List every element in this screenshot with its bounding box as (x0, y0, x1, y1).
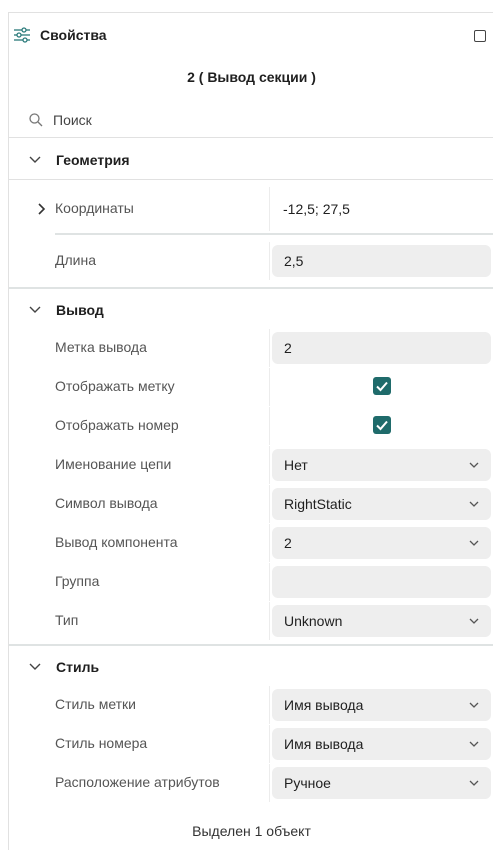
divider (9, 179, 493, 180)
property-label: Символ вывода (55, 495, 158, 511)
chevron-down-icon (469, 702, 479, 708)
section-style-header[interactable]: Стиль (9, 651, 493, 685)
property-row-pin-symbol: Символ вывода RightStatic (9, 485, 493, 523)
property-label: Стиль метки (55, 696, 136, 712)
property-row-component-pin: Вывод компонента 2 (9, 524, 493, 562)
divider (269, 407, 270, 445)
chevron-down-icon (29, 156, 41, 163)
coordinates-value[interactable]: -12,5; 27,5 (283, 201, 350, 217)
sliders-icon (14, 27, 30, 43)
section-pin-header[interactable]: Вывод (9, 294, 493, 328)
component-pin-select[interactable]: 2 (272, 527, 491, 559)
property-label: Метка вывода (55, 339, 147, 355)
maximize-icon[interactable] (474, 30, 486, 42)
section-title: Вывод (56, 302, 104, 318)
panel-title: Свойства (40, 27, 107, 43)
property-label: Расположение атрибутов (55, 774, 220, 790)
search-box[interactable]: Поиск (9, 101, 493, 138)
section-title: Геометрия (56, 152, 130, 168)
property-row-show-label: Отображать метку (9, 368, 493, 406)
attr-placement-select[interactable]: Ручное (272, 767, 491, 799)
check-icon (376, 420, 388, 431)
show-label-checkbox[interactable] (373, 377, 391, 395)
property-row-number-style: Стиль номера Имя вывода (9, 725, 493, 763)
divider (269, 368, 270, 406)
divider (55, 233, 493, 235)
property-label: Именование цепи (55, 456, 172, 472)
divider (269, 764, 270, 802)
properties-panel: Свойства 2 ( Вывод секции ) Поиск Геомет… (8, 12, 493, 850)
property-label: Стиль номера (55, 735, 148, 751)
chevron-down-icon (29, 306, 41, 313)
property-label: Тип (55, 612, 79, 628)
show-number-checkbox[interactable] (373, 416, 391, 434)
property-row-group: Группа (9, 563, 493, 601)
select-value: RightStatic (284, 496, 352, 512)
divider (269, 725, 270, 763)
number-style-select[interactable]: Имя вывода (272, 728, 491, 760)
property-row-coordinates[interactable]: Координаты -12,5; 27,5 (9, 187, 493, 231)
pin-label-field[interactable]: 2 (272, 332, 491, 364)
pin-symbol-select[interactable]: RightStatic (272, 488, 491, 520)
panel-header: Свойства (9, 13, 493, 57)
select-value: Нет (284, 457, 308, 473)
select-value: Unknown (284, 613, 343, 629)
label-style-select[interactable]: Имя вывода (272, 689, 491, 721)
property-row-type: Тип Unknown (9, 602, 493, 640)
length-field[interactable]: 2,5 (272, 245, 491, 277)
search-input[interactable]: Поиск (53, 112, 92, 128)
divider (269, 485, 270, 523)
divider (269, 446, 270, 484)
select-value: Имя вывода (284, 736, 364, 752)
divider (269, 242, 270, 280)
divider (269, 563, 270, 601)
divider (269, 686, 270, 724)
section-title: Стиль (56, 659, 100, 675)
select-value: 2 (284, 535, 292, 551)
chevron-down-icon (469, 741, 479, 747)
property-row-show-number: Отображать номер (9, 407, 493, 445)
property-label: Группа (55, 573, 100, 589)
field-value[interactable]: 2 (284, 340, 292, 356)
search-icon (29, 113, 43, 127)
selection-title: 2 ( Вывод секции ) (187, 69, 316, 85)
divider (269, 187, 270, 231)
property-label: Координаты (55, 200, 134, 216)
chevron-down-icon (469, 462, 479, 468)
group-field[interactable] (272, 566, 491, 598)
chevron-down-icon (469, 540, 479, 546)
property-row-length: Длина 2,5 (9, 242, 493, 280)
net-naming-select[interactable]: Нет (272, 449, 491, 481)
divider (9, 287, 493, 289)
chevron-down-icon (469, 618, 479, 624)
type-select[interactable]: Unknown (272, 605, 491, 637)
property-label: Длина (55, 252, 96, 268)
property-label: Отображать метку (55, 378, 175, 394)
divider (9, 644, 493, 646)
selection-status: Выделен 1 объект (192, 823, 311, 839)
divider (269, 524, 270, 562)
chevron-down-icon (469, 501, 479, 507)
chevron-right-icon[interactable] (38, 203, 46, 215)
select-value: Ручное (284, 775, 331, 791)
property-row-label-style: Стиль метки Имя вывода (9, 686, 493, 724)
section-geometry-header[interactable]: Геометрия (9, 144, 493, 178)
property-row-pin-label: Метка вывода 2 (9, 329, 493, 367)
property-label: Отображать номер (55, 417, 179, 433)
divider (269, 329, 270, 367)
chevron-down-icon (469, 780, 479, 786)
length-value[interactable]: 2,5 (284, 253, 303, 269)
check-icon (376, 381, 388, 392)
chevron-down-icon (29, 663, 41, 670)
property-row-net-naming: Именование цепи Нет (9, 446, 493, 484)
property-row-attr-placement: Расположение атрибутов Ручное (9, 764, 493, 802)
divider (269, 602, 270, 640)
property-label: Вывод компонента (55, 534, 178, 550)
select-value: Имя вывода (284, 697, 364, 713)
